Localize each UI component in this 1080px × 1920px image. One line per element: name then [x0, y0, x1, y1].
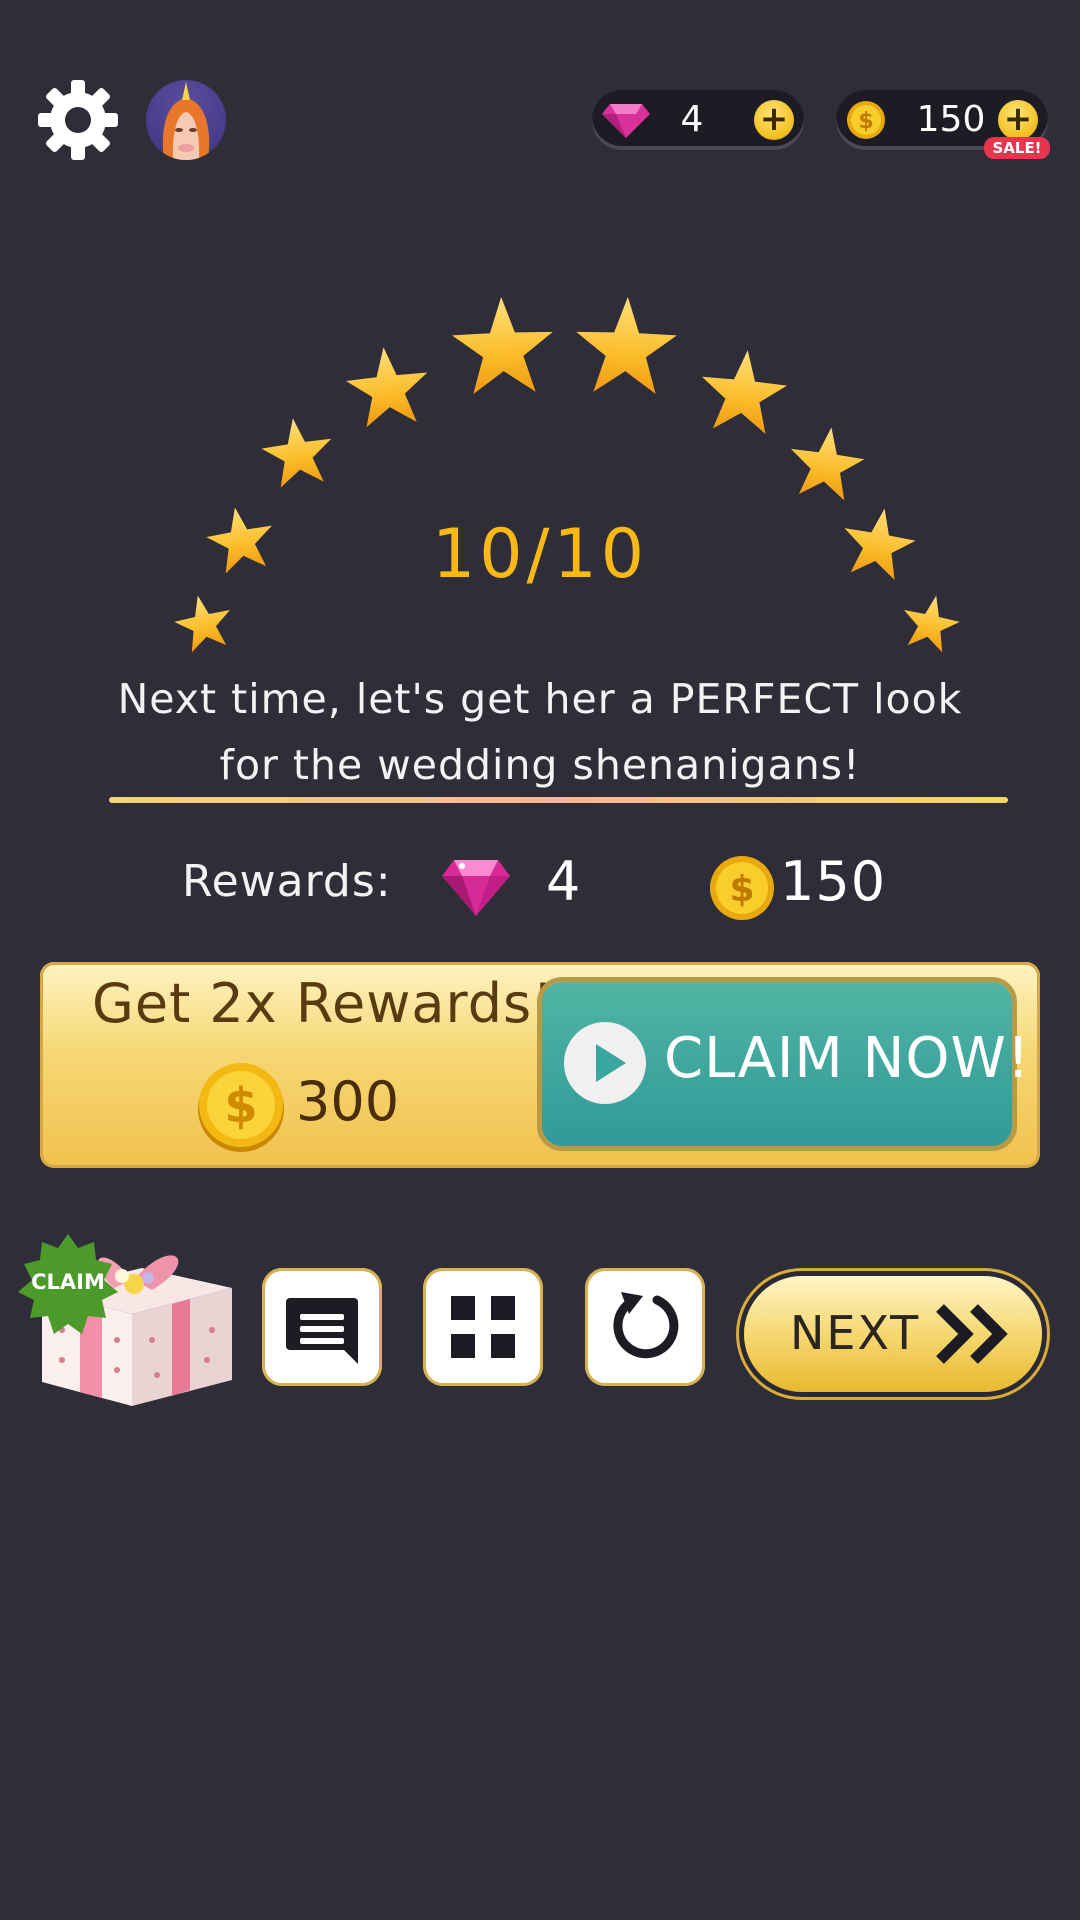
- divider: [109, 797, 1008, 803]
- unicorn-avatar-icon: [162, 82, 210, 160]
- star-icon: [258, 413, 338, 490]
- next-label: NEXT: [790, 1306, 921, 1360]
- add-gems-button[interactable]: +: [754, 100, 794, 140]
- avatar[interactable]: [146, 80, 226, 160]
- claim-now-label: CLAIM NOW!: [664, 1026, 1031, 1091]
- chat-button[interactable]: [262, 1268, 382, 1386]
- star-icon: [450, 295, 555, 395]
- sale-badge: SALE!: [984, 137, 1050, 159]
- grid-icon: [451, 1296, 515, 1358]
- svg-text:$: $: [858, 109, 873, 134]
- gem-icon: [442, 860, 510, 916]
- rewards-gem-value: 4: [546, 850, 581, 913]
- star-icon: [574, 295, 679, 395]
- gift-box[interactable]: CLAIM: [18, 1210, 242, 1410]
- star-icon: [342, 342, 433, 429]
- star-icon: [696, 345, 791, 436]
- svg-text:$: $: [729, 869, 754, 910]
- levels-button[interactable]: [423, 1268, 543, 1386]
- gem-balance[interactable]: 4 +: [592, 90, 804, 150]
- coin-icon: $: [198, 1063, 284, 1152]
- coin-icon: $: [710, 856, 774, 920]
- svg-text:$: $: [224, 1078, 257, 1134]
- double-rewards-amount: 300: [296, 1070, 400, 1133]
- star-icon: [897, 589, 965, 655]
- chat-icon: [286, 1298, 358, 1364]
- gear-icon[interactable]: [36, 78, 120, 162]
- stars-arc: [169, 295, 965, 655]
- add-coins-button[interactable]: +: [998, 100, 1038, 140]
- star-icon: [169, 589, 237, 655]
- double-chevron-icon: [936, 1304, 1008, 1364]
- star-icon: [784, 422, 869, 503]
- double-rewards-title: Get 2x Rewards!: [92, 972, 555, 1035]
- play-icon: [564, 1022, 646, 1104]
- rewards-coin-value: 150: [780, 850, 887, 913]
- claim-badge-label: CLAIM: [31, 1270, 105, 1294]
- score-label: 10/10: [432, 515, 648, 594]
- restart-icon: [613, 1292, 679, 1359]
- rewards-label: Rewards:: [182, 856, 392, 907]
- result-message: Next time, let's get her a PERFECT look …: [117, 675, 963, 789]
- restart-button[interactable]: [585, 1268, 705, 1386]
